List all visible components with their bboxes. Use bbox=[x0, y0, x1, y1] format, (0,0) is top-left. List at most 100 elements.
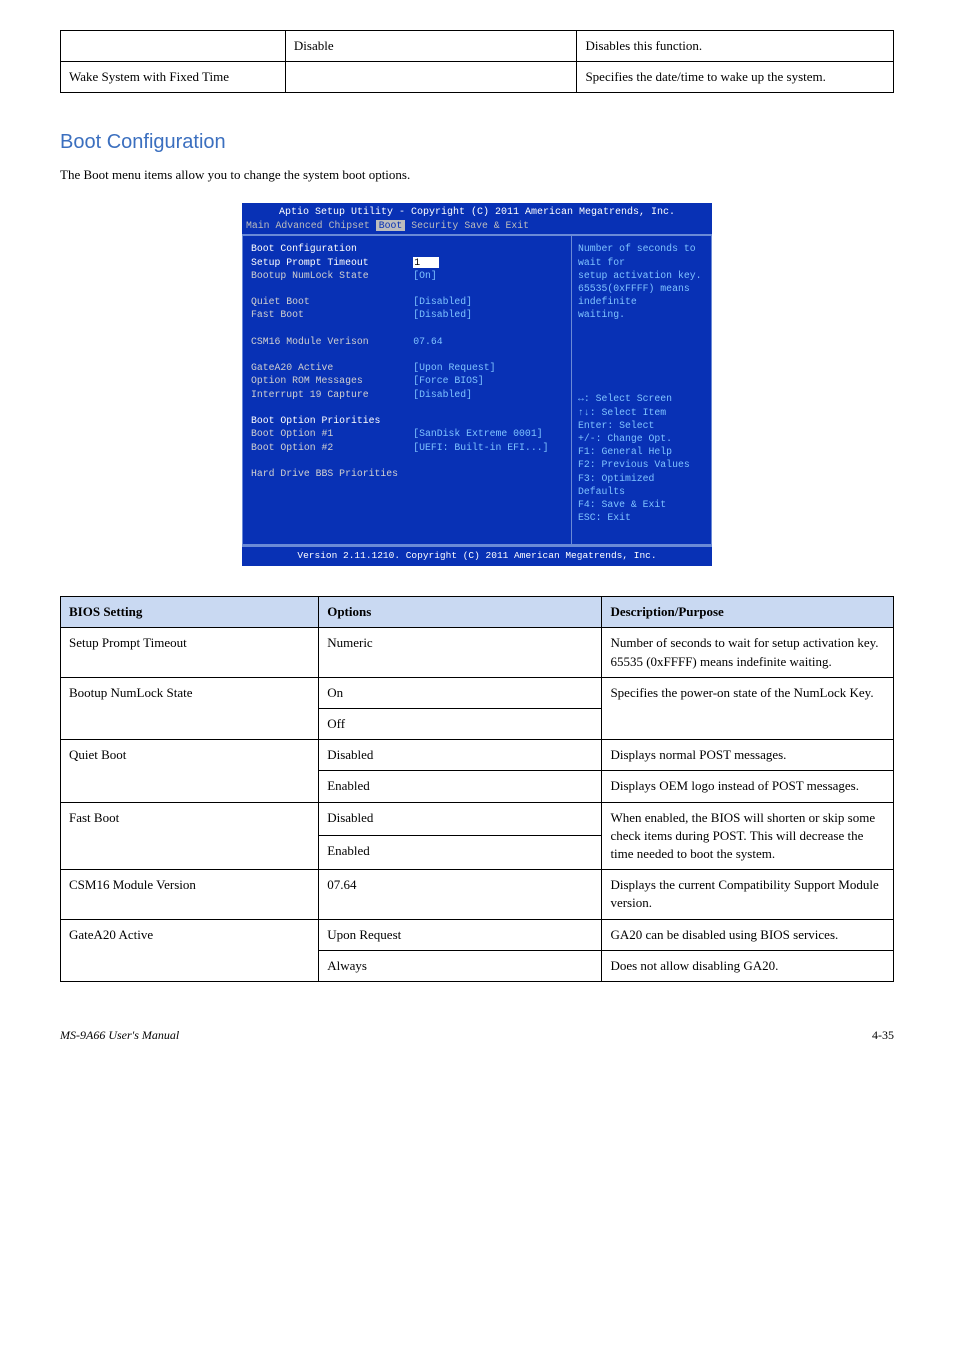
bios-key-line: ↔: Select Screen bbox=[578, 392, 705, 405]
bios-row: Quiet Boot[Disabled] bbox=[251, 295, 563, 308]
bios-row-label: Hard Drive BBS Priorities bbox=[251, 467, 413, 480]
bios-key-line: F2: Previous Values bbox=[578, 458, 705, 471]
options-cell: Quiet Boot bbox=[61, 740, 319, 802]
options-head-3: Description/Purpose bbox=[602, 597, 894, 628]
bios-body: Boot ConfigurationSetup Prompt Timeout1 … bbox=[242, 234, 712, 545]
top-cell: Disable bbox=[285, 31, 577, 62]
options-table-head-row: BIOS Setting Options Description/Purpose bbox=[61, 597, 894, 628]
bios-tab: Security bbox=[411, 220, 458, 231]
top-table-row: DisableDisables this function. bbox=[61, 31, 894, 62]
bios-key-line: F3: Optimized Defaults bbox=[578, 472, 705, 498]
bios-row-value bbox=[413, 401, 563, 414]
bios-help: Number of seconds to wait forsetup activ… bbox=[578, 242, 705, 392]
options-row: Fast BootDisabledWhen enabled, the BIOS … bbox=[61, 802, 894, 836]
bios-row-value: 07.64 bbox=[413, 335, 563, 348]
bios-row: CSM16 Module Verison07.64 bbox=[251, 335, 563, 348]
bios-tab: Boot bbox=[376, 220, 406, 231]
bios-help-line: 65535(0xFFFF) means indefinite bbox=[578, 282, 705, 308]
bios-screenshot: Aptio Setup Utility - Copyright (C) 2011… bbox=[242, 203, 712, 567]
options-cell: Always bbox=[319, 950, 602, 981]
options-row: GateA20 ActiveUpon RequestGA20 can be di… bbox=[61, 919, 894, 950]
bios-row-value bbox=[413, 348, 563, 361]
bios-row-label: Quiet Boot bbox=[251, 295, 413, 308]
bios-row: Interrupt 19 Capture[Disabled] bbox=[251, 388, 563, 401]
options-cell: Bootup NumLock State bbox=[61, 677, 319, 739]
bios-row: Boot Configuration bbox=[251, 242, 563, 255]
bios-row-value: [Upon Request] bbox=[413, 361, 563, 374]
bios-tab: Advanced bbox=[276, 220, 323, 231]
bios-row-value: [UEFI: Built-in EFI...] bbox=[413, 441, 563, 454]
top-cell bbox=[61, 31, 286, 62]
options-row: Setup Prompt TimeoutNumericNumber of sec… bbox=[61, 628, 894, 677]
options-cell: Displays the current Compatibility Suppo… bbox=[602, 870, 894, 919]
bios-right: Number of seconds to wait forsetup activ… bbox=[571, 235, 712, 545]
bios-tab: Chipset bbox=[329, 220, 370, 231]
options-cell: Disabled bbox=[319, 802, 602, 836]
bios-highlighted-value: 1 bbox=[413, 257, 439, 268]
options-cell: GA20 can be disabled using BIOS services… bbox=[602, 919, 894, 950]
bios-row bbox=[251, 322, 563, 335]
options-cell: Does not allow disabling GA20. bbox=[602, 950, 894, 981]
options-cell: Off bbox=[319, 709, 602, 740]
options-head-2: Options bbox=[319, 597, 602, 628]
bios-row-label: Boot Option Priorities bbox=[251, 414, 413, 427]
bios-row-value bbox=[413, 282, 563, 295]
options-cell: CSM16 Module Version bbox=[61, 870, 319, 919]
bios-left: Boot ConfigurationSetup Prompt Timeout1 … bbox=[242, 235, 571, 545]
bios-keys: ↔: Select Screen↑↓: Select ItemEnter: Se… bbox=[578, 392, 705, 524]
bios-row-value: [SanDisk Extreme 0001] bbox=[413, 427, 563, 440]
top-table-body: DisableDisables this function.Wake Syste… bbox=[61, 31, 894, 93]
bios-row-label: Boot Option #1 bbox=[251, 427, 413, 440]
bios-row-value bbox=[413, 242, 563, 255]
options-cell: Displays normal POST messages. bbox=[602, 740, 894, 771]
bios-row: Hard Drive BBS Priorities bbox=[251, 467, 563, 480]
bios-help-line: setup activation key. bbox=[578, 269, 705, 282]
top-cell bbox=[285, 62, 577, 93]
options-cell: Disabled bbox=[319, 740, 602, 771]
bios-help-line: waiting. bbox=[578, 308, 705, 321]
bios-key-line: ESC: Exit bbox=[578, 511, 705, 524]
options-cell: GateA20 Active bbox=[61, 919, 319, 981]
bios-row-value: [Disabled] bbox=[413, 388, 563, 401]
options-cell: Numeric bbox=[319, 628, 602, 677]
bios-row-label: Interrupt 19 Capture bbox=[251, 388, 413, 401]
bios-header: Aptio Setup Utility - Copyright (C) 2011… bbox=[242, 203, 712, 220]
options-head-1: BIOS Setting bbox=[61, 597, 319, 628]
options-cell: Number of seconds to wait for setup acti… bbox=[602, 628, 894, 677]
options-cell: Specifies the power-on state of the NumL… bbox=[602, 677, 894, 739]
bios-help-line: Number of seconds to wait for bbox=[578, 242, 705, 268]
bios-key-line: F1: General Help bbox=[578, 445, 705, 458]
bios-row-label: Boot Configuration bbox=[251, 242, 413, 255]
top-cell: Disables this function. bbox=[577, 31, 894, 62]
bios-key-line: +/-: Change Opt. bbox=[578, 432, 705, 445]
options-row: CSM16 Module Version07.64Displays the cu… bbox=[61, 870, 894, 919]
bios-row-label: Fast Boot bbox=[251, 308, 413, 321]
bios-row-value bbox=[413, 414, 563, 427]
bios-row: GateA20 Active[Upon Request] bbox=[251, 361, 563, 374]
options-cell: On bbox=[319, 677, 602, 708]
options-cell: Fast Boot bbox=[61, 802, 319, 870]
page-footer: MS-9A66 User's Manual 4-35 bbox=[60, 1027, 894, 1044]
bios-footer: Version 2.11.1210. Copyright (C) 2011 Am… bbox=[242, 545, 712, 566]
bios-row: Boot Option #1[SanDisk Extreme 0001] bbox=[251, 427, 563, 440]
footer-left: MS-9A66 User's Manual bbox=[60, 1027, 179, 1044]
bios-row bbox=[251, 401, 563, 414]
bios-row bbox=[251, 454, 563, 467]
bios-key-line: Enter: Select bbox=[578, 419, 705, 432]
bios-tab: Main bbox=[246, 220, 270, 231]
bios-row-value bbox=[413, 467, 563, 480]
options-table-body: Setup Prompt TimeoutNumericNumber of sec… bbox=[61, 628, 894, 981]
section-heading: Boot Configuration bbox=[60, 128, 894, 156]
bios-row: Option ROM Messages[Force BIOS] bbox=[251, 374, 563, 387]
options-cell: When enabled, the BIOS will shorten or s… bbox=[602, 802, 894, 870]
options-cell: Setup Prompt Timeout bbox=[61, 628, 319, 677]
bios-row-value: [Force BIOS] bbox=[413, 374, 563, 387]
bios-row-label bbox=[251, 348, 413, 361]
bios-tab: Save & Exit bbox=[464, 220, 529, 231]
bios-row-label: Setup Prompt Timeout bbox=[251, 256, 413, 269]
bios-row-value bbox=[413, 322, 563, 335]
bios-row-label bbox=[251, 322, 413, 335]
bios-row: Boot Option Priorities bbox=[251, 414, 563, 427]
bios-row-label: CSM16 Module Verison bbox=[251, 335, 413, 348]
top-cell: Specifies the date/time to wake up the s… bbox=[577, 62, 894, 93]
